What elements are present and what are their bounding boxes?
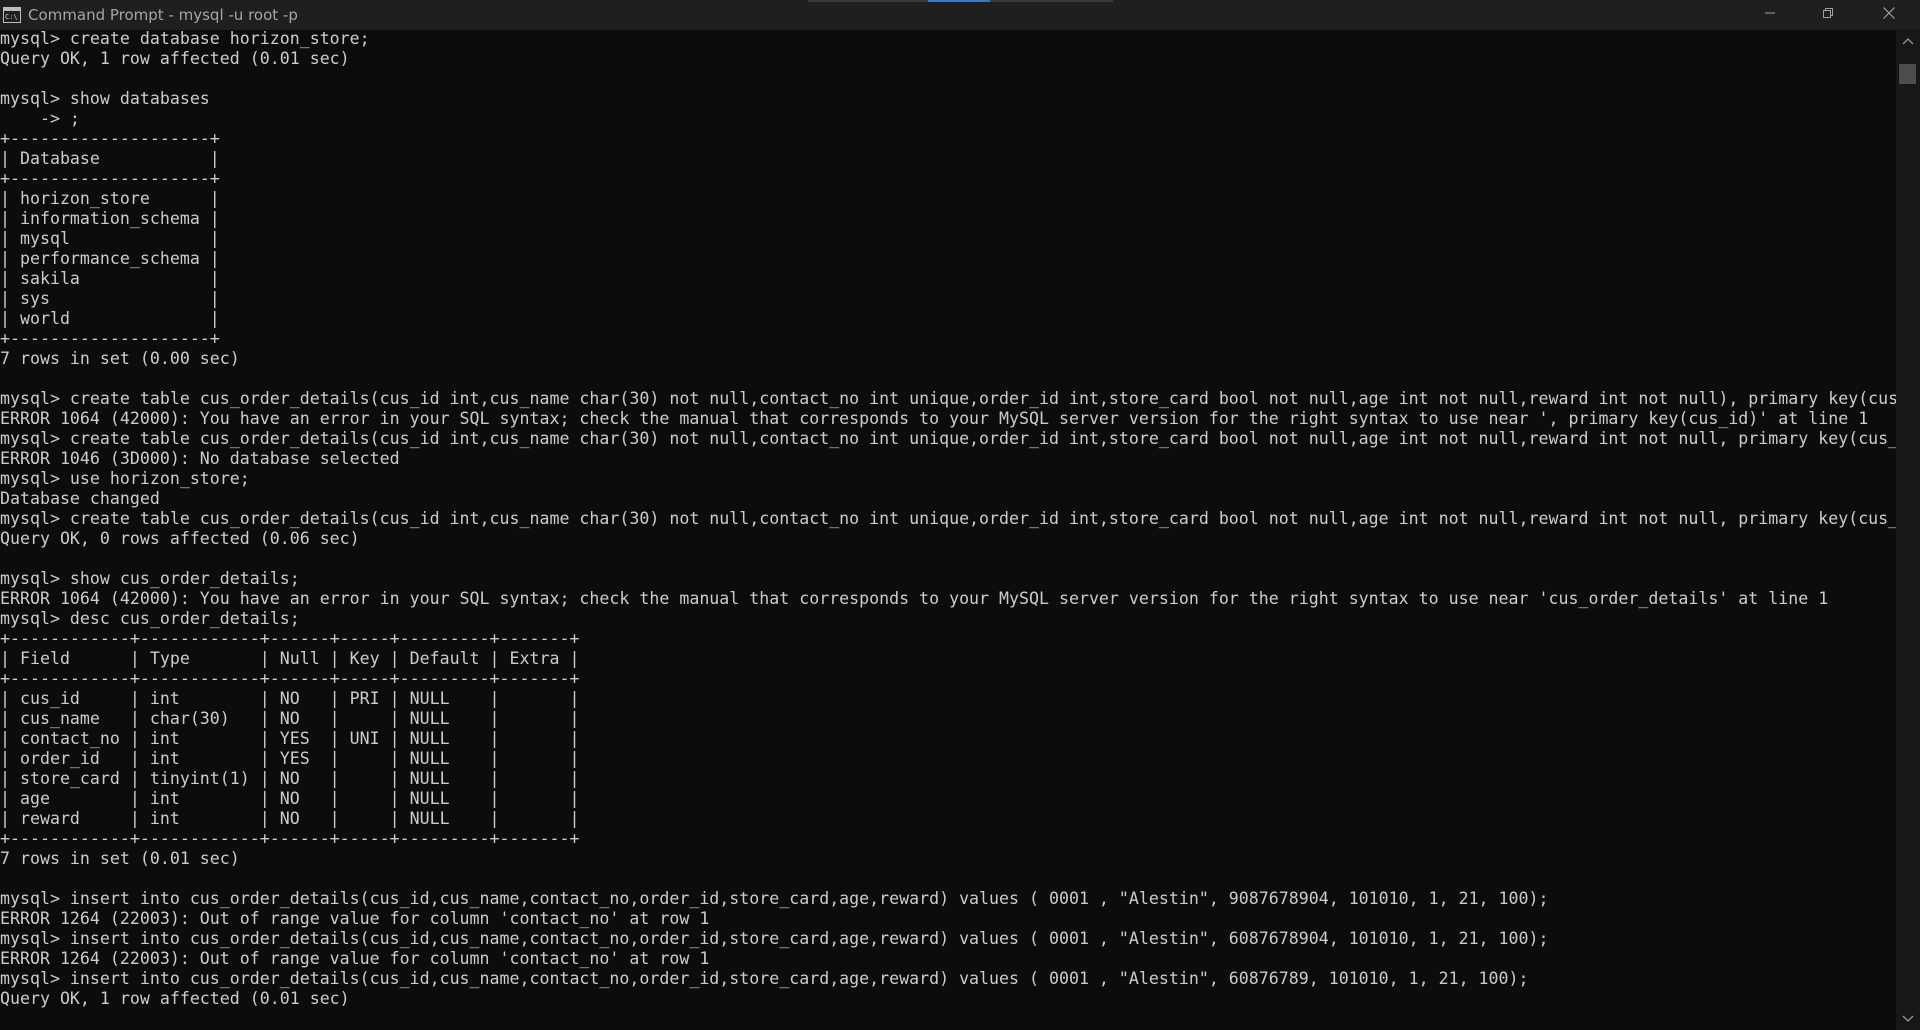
terminal-line: mysql> desc cus_order_details; [0,609,300,628]
terminal-line: mysql> insert into cus_order_details(cus… [0,969,1529,988]
terminal-line: +--------------------+ [0,129,220,148]
terminal-line: | horizon_store | [0,189,220,208]
terminal-line: | world | [0,309,220,328]
terminal-line: mysql> insert into cus_order_details(cus… [0,929,1549,948]
terminal-line: | reward | int | NO | | NULL | | [0,809,580,828]
terminal-line: ERROR 1064 (42000): You have an error in… [0,409,1869,428]
terminal-line: | mysql | [0,229,220,248]
terminal-line: mysql> create table cus_order_details(cu… [0,389,1896,408]
terminal-line: ERROR 1264 (22003): Out of range value f… [0,909,710,928]
scrollbar-thumb[interactable] [1899,64,1916,84]
close-button[interactable] [1858,0,1920,30]
minimize-button[interactable] [1742,0,1798,30]
terminal-line: ERROR 1264 (22003): Out of range value f… [0,949,710,968]
terminal-line: mysql> use horizon_store; [0,469,250,488]
restore-icon [1822,6,1834,24]
terminal-line: ERROR 1064 (42000): You have an error in… [0,589,1829,608]
terminal-line: | order_id | int | YES | | NULL | | [0,749,580,768]
terminal-line: | contact_no | int | YES | UNI | NULL | … [0,729,580,748]
title-bar[interactable]: C:\ Command Prompt - mysql -u root -p [0,0,1920,30]
terminal-line: +------------+------------+------+-----+… [0,629,580,648]
scroll-up-arrow-icon[interactable] [1896,32,1920,50]
terminal-lines: mysql> create database horizon_store; Que… [0,29,1896,1009]
terminal-line: mysql> show cus_order_details; [0,569,300,588]
title-bar-accent [928,0,990,2]
terminal-line: | Field | Type | Null | Key | Default | … [0,649,580,668]
terminal-line: | age | int | NO | | NULL | | [0,789,580,808]
window-title: Command Prompt - mysql -u root -p [28,6,298,24]
terminal-line: Query OK, 1 row affected (0.01 sec) [0,49,350,68]
terminal-line: +--------------------+ [0,329,220,348]
terminal-line: Database changed [0,489,160,508]
scroll-down-arrow-icon[interactable] [1896,1010,1920,1028]
terminal-line: +--------------------+ [0,169,220,188]
terminal-line: Query OK, 0 rows affected (0.06 sec) [0,529,360,548]
terminal-line: Query OK, 1 row affected (0.01 sec) [0,989,350,1008]
minimize-icon [1764,6,1776,24]
terminal-line: mysql> create database horizon_store; [0,29,370,48]
terminal-line: mysql> insert into cus_order_details(cus… [0,889,1549,908]
terminal-line: 7 rows in set (0.01 sec) [0,849,240,868]
terminal-line: | cus_id | int | NO | PRI | NULL | | [0,689,580,708]
terminal-line: mysql> show databases [0,89,210,108]
close-icon [1882,6,1896,25]
terminal-line: | cus_name | char(30) | NO | | NULL | | [0,709,580,728]
terminal-line: -> ; [0,109,80,128]
svg-text:C:\: C:\ [5,13,18,21]
cmd-icon[interactable]: C:\ [3,7,21,23]
command-prompt-window: C:\ Command Prompt - mysql -u root -p my… [0,0,1920,1030]
terminal-line: | performance_schema | [0,249,220,268]
terminal-line: | store_card | tinyint(1) | NO | | NULL … [0,769,580,788]
terminal-line: mysql> create table cus_order_details(cu… [0,509,1896,528]
terminal-line: +------------+------------+------+-----+… [0,669,580,688]
terminal-output[interactable]: mysql> create database horizon_store; Que… [0,29,1896,1030]
terminal-line: | sakila | [0,269,220,288]
vertical-scrollbar[interactable] [1896,30,1920,1030]
terminal-line: | Database | [0,149,220,168]
terminal-line: +------------+------------+------+-----+… [0,829,580,848]
terminal-line: | sys | [0,289,220,308]
terminal-line: | information_schema | [0,209,220,228]
restore-button[interactable] [1800,0,1856,30]
terminal-line: 7 rows in set (0.00 sec) [0,349,240,368]
terminal-line: ERROR 1046 (3D000): No database selected [0,449,400,468]
terminal-line: mysql> create table cus_order_details(cu… [0,429,1896,448]
